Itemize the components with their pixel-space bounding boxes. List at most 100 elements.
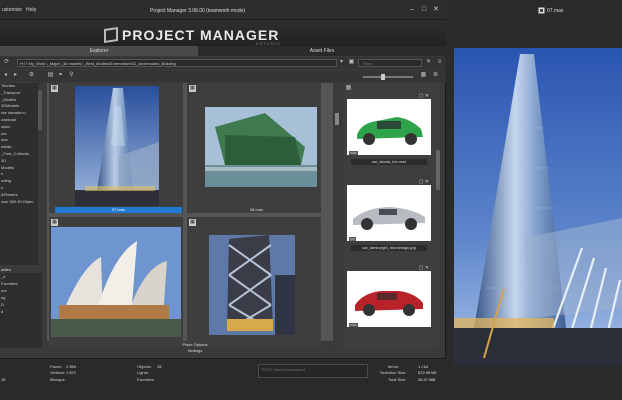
grid-item-icon[interactable]: ▦ [189,85,196,92]
maximize-icon[interactable]: □ [420,6,428,14]
menu-bar: ustomize Help Project Manager 3.08.00 (t… [0,0,446,20]
tree-scroll-thumb[interactable] [38,90,42,130]
ship-building-thumbnail [205,107,317,187]
tree-item[interactable]: ssion [0,124,42,131]
grid-item-icon[interactable]: ▦ [51,219,58,226]
menu-customize[interactable]: ustomize [2,7,22,13]
window-title: Project Manager 3.08.00 (teamwork mode) [150,8,246,14]
tree-item[interactable]: 3D [0,158,42,165]
car-thumbnail [347,185,431,241]
asset-ext-badge: jpg [349,237,356,241]
asset-list: ▦ ▢ ✕ max car_skoda_fox.max ▢ ✕ jpg car_… [343,83,439,349]
max-file-icon [538,7,545,14]
tool-icon[interactable]: ⚲ [68,72,75,79]
preview-window: 07.max [447,0,622,400]
settings-button[interactable]: Settings [47,348,343,355]
settings-icon[interactable]: ⚙ [28,72,35,79]
vertices-value: 1 671 [66,370,77,375]
grid-scrollbar[interactable] [333,83,341,341]
tab-explorer[interactable]: Explorer [0,46,198,56]
asset-item[interactable]: ▢ ✕ jpg car_lamborghi_murcielago.jpg [345,179,433,257]
asset-view-icon[interactable]: ▦ [345,85,352,92]
selection-size-label: Selection Size: [380,370,407,375]
filter-input[interactable]: Filter [358,59,422,67]
path-field[interactable]: H:\7 My_Work \_Major\_3d models \_Best_M… [17,59,337,67]
lights-label: Lights: [137,370,149,375]
favorites-item[interactable]: Favorites [0,280,42,287]
refresh-icon[interactable]: ⟳ [3,59,10,66]
tree-item[interactable]: estals [0,144,42,151]
dropdown-icon[interactable]: ▾ [338,59,345,66]
asset-scrollbar[interactable] [436,150,440,190]
tree-item[interactable]: own 360.30 Objec [0,199,42,206]
tree-item[interactable]: urting [0,178,42,185]
minimize-icon[interactable]: – [408,6,416,14]
close-icon[interactable]: ✕ [432,6,440,14]
tree-item[interactable]: Tehnika [0,83,42,90]
thumbnail-item[interactable]: ▦ [49,217,183,347]
thumbnail-item[interactable]: ▦ [187,217,321,347]
vertices-label: Vertices: [50,370,66,375]
asset-item[interactable]: ▢ ✕ max [345,265,433,343]
tree-item[interactable]: odo [0,137,42,144]
sort-icon[interactable]: ≣ [432,72,439,79]
grid-view-icon[interactable]: ▦ [420,72,427,79]
favorites-item[interactable]: ng [0,294,42,301]
menu-help[interactable]: Help [26,7,36,13]
project-manager-window: ustomize Help Project Manager 3.08.00 (t… [0,0,446,400]
link-icon[interactable]: ⚭ [57,72,64,79]
favorites-item[interactable]: D [0,301,42,308]
asset-ext-badge: max [349,151,358,155]
tree-item[interactable]: ors [0,131,42,138]
thumbnail-grid: ▦ 07.max ▦ 08.max ▦ ▦ [47,83,333,347]
tree-item[interactable]: &Flowers [0,192,42,199]
grid-item-icon[interactable]: ▦ [189,219,196,226]
preview-title: 07.max [547,8,564,14]
tree-item[interactable]: ownload [0,117,42,124]
back-icon[interactable]: ◂ [2,72,9,79]
car-thumbnail [347,271,431,327]
asset-item[interactable]: ▢ ✕ max car_skoda_fox.max [345,93,433,171]
forward-icon[interactable]: ▸ [12,72,19,79]
environment-note[interactable]: TODO: Add environment [258,364,368,378]
asset-label: car_skoda_fox.max [351,159,427,165]
tree-item[interactable]: ree domain.ru [0,110,42,117]
tree-item[interactable]: _Models [0,97,42,104]
thumbnail-label: 07.max [55,207,182,213]
tree-item[interactable]: Models [0,165,42,172]
grid-item-icon[interactable]: ▦ [51,85,58,92]
thumbnail-item[interactable]: ▦ 07.max [49,83,183,213]
slider-knob[interactable] [381,74,385,80]
favorites-item[interactable]: _e [0,273,42,280]
favorites-panel: orites _e Favorites ure ng Dd [0,266,42,348]
favorites-label: Favorites: [137,377,155,382]
status-left-value: 19 [1,377,6,382]
favorites-item[interactable]: ure [0,287,42,294]
logo: PROJECT MANAGER KSTUDIO [104,27,294,46]
favorites-header: orites [0,266,42,273]
logo-cube-icon [104,27,118,43]
thumbnail-item[interactable]: ▦ 08.max [187,83,321,213]
menu-icon[interactable]: ≡ [436,59,443,66]
tree-item[interactable]: _Free_Collectio [0,151,42,158]
grid-scroll-thumb[interactable] [335,113,339,125]
preview-image [454,48,622,366]
total-size-value: 26.47 MB [418,377,436,382]
tree-item[interactable]: s [0,171,42,178]
folder-icon[interactable]: ▣ [348,59,355,66]
tab-asset-files[interactable]: Asset Files [198,46,446,56]
objects-value: 15 [157,364,162,369]
thumbnail-size-slider[interactable] [363,74,413,80]
asset-ext-badge: max [349,323,358,327]
favorites-item[interactable]: d [0,308,42,315]
image-view-icon[interactable]: ▤ [47,72,54,79]
total-size-label: Total Size: [388,377,407,382]
screen: ustomize Help Project Manager 3.08.00 (t… [0,0,622,400]
tree-item[interactable]: 3DModels [0,103,42,110]
tree-item[interactable]: _Transport [0,90,42,97]
clear-filter-icon[interactable]: ✕ [425,59,432,66]
car-thumbnail [347,99,431,155]
tree-item[interactable]: e [0,185,42,192]
tab-bar: Explorer Asset Files [0,46,446,56]
selection-size-value: 572.09 kB [418,370,437,375]
